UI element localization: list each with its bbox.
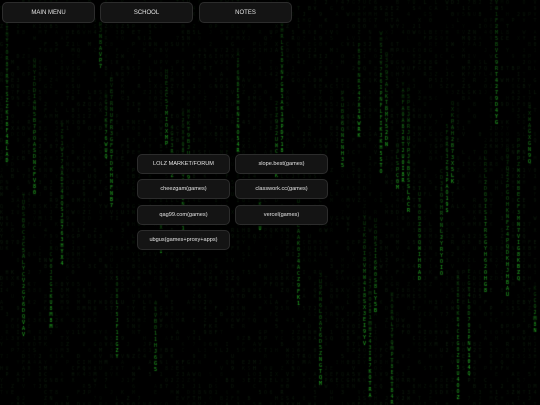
- school-button[interactable]: SCHOOL: [100, 2, 193, 23]
- notes-button[interactable]: NOTES: [199, 2, 292, 23]
- slope-best-link[interactable]: slope.best(games): [235, 154, 328, 174]
- ubgus-link[interactable]: ubgus(games+proxy+apps): [137, 230, 230, 250]
- gag99-link[interactable]: qag99.com(games): [137, 205, 230, 225]
- vercel-link[interactable]: vercel(games): [235, 205, 328, 225]
- matrix-rain-background: [0, 0, 540, 405]
- cheezgam-link[interactable]: cheezgam(games): [137, 179, 230, 199]
- classwork-cc-link[interactable]: classwork.cc(games): [235, 179, 328, 199]
- lolz-market-forum-link[interactable]: LOLZ MARKET/FORUM: [137, 154, 230, 174]
- main-menu-button[interactable]: MAIN MENU: [2, 2, 95, 23]
